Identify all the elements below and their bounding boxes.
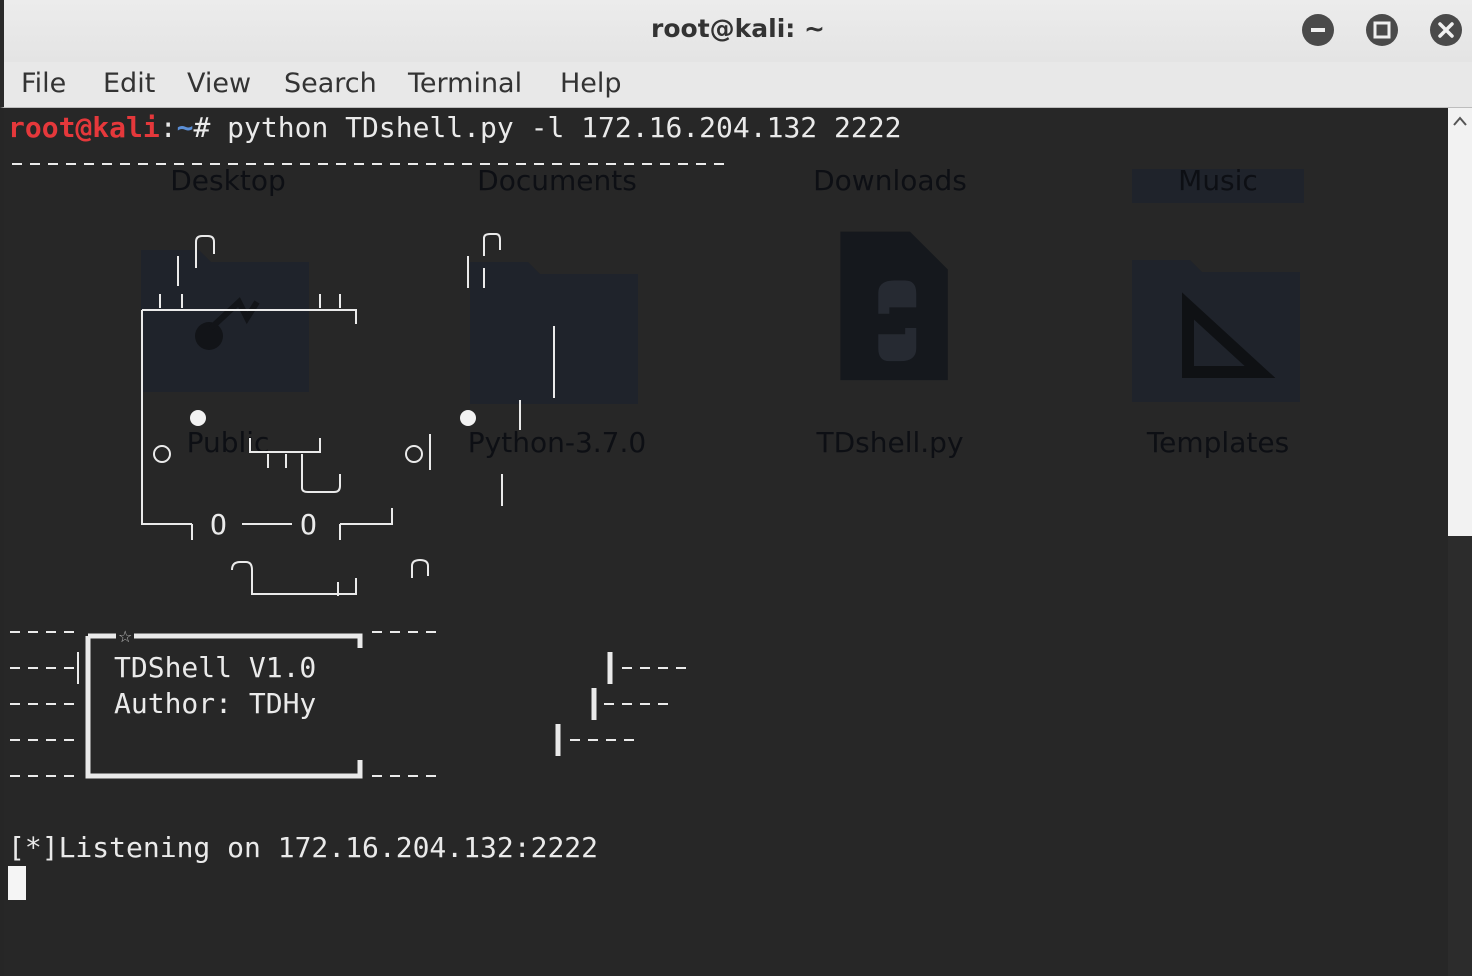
listening-status: [*]Listening on 172.16.204.132:2222 xyxy=(8,831,599,864)
vertical-scrollbar[interactable] xyxy=(1448,108,1472,976)
maximize-button[interactable] xyxy=(1366,14,1398,46)
menu-file[interactable]: File xyxy=(21,68,66,99)
menu-bar: File Edit View Search Terminal Help xyxy=(0,62,1472,108)
svg-text:O: O xyxy=(210,508,227,541)
title-bar[interactable]: root@kali: ~ xyxy=(0,0,1472,62)
minimize-button[interactable] xyxy=(1302,14,1334,46)
menu-help[interactable]: Help xyxy=(560,68,622,99)
minimize-icon xyxy=(1311,28,1325,32)
banner-name: TDShell V1.0 xyxy=(114,651,317,684)
close-button[interactable] xyxy=(1430,14,1462,46)
menu-search[interactable]: Search xyxy=(284,68,377,99)
desktop-label-downloads: Downloads xyxy=(813,164,967,197)
desktop-label-music: Music xyxy=(1178,164,1258,197)
python-file-icon xyxy=(840,231,948,381)
svg-text:O: O xyxy=(300,508,317,541)
svg-text:☆: ☆ xyxy=(118,627,132,646)
text-cursor xyxy=(8,866,26,900)
maximize-icon xyxy=(1373,21,1391,39)
close-icon xyxy=(1438,22,1454,38)
terminal-window: root@kali: ~ File Edit View Search Termi… xyxy=(0,0,1472,976)
scrollbar-thumb[interactable] xyxy=(1448,536,1472,976)
menu-view[interactable]: View xyxy=(187,68,251,99)
scroll-up-icon[interactable] xyxy=(1452,114,1468,128)
menu-terminal[interactable]: Terminal xyxy=(408,68,522,99)
banner-author: Author: TDHy xyxy=(114,687,317,720)
desktop-label-tdshell: TDshell.py xyxy=(816,426,964,459)
desktop-label-templates: Templates xyxy=(1146,426,1290,459)
menu-edit[interactable]: Edit xyxy=(103,68,155,99)
folder-icon xyxy=(1132,260,1300,402)
terminal-output[interactable]: Desktop Documents Downloads Music Public… xyxy=(4,108,1448,976)
window-title: root@kali: ~ xyxy=(651,14,825,43)
